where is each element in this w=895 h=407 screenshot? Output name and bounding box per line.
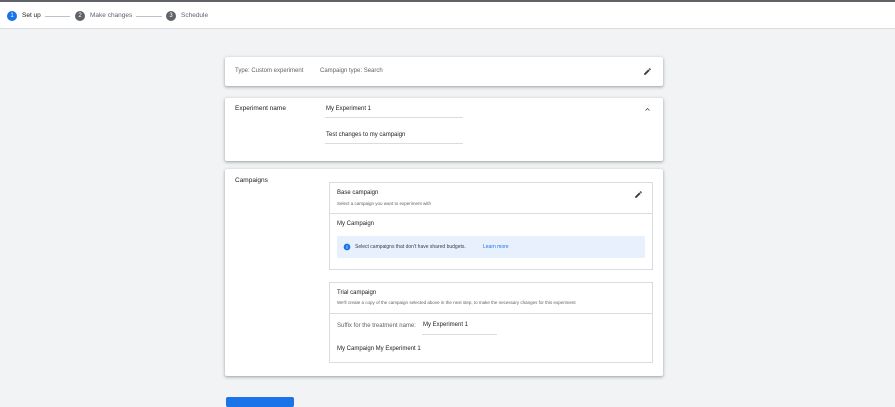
- base-campaign-box: Base campaign Select a campaign you want…: [329, 182, 653, 270]
- info-icon: [343, 243, 351, 251]
- step-number-2: 2: [75, 10, 85, 21]
- experiment-name-label: Experiment name: [235, 105, 286, 112]
- step-make-changes[interactable]: 2 Make changes: [75, 10, 132, 21]
- step-connector: [136, 16, 162, 17]
- experiment-name-card: Experiment name My Experiment 1 Test cha…: [225, 98, 663, 161]
- stepper-bar: 1 Set up 2 Make changes 3 Schedule: [0, 2, 895, 29]
- step-number-3: 3: [166, 10, 176, 21]
- suffix-label: Suffix for the treatment name:: [337, 323, 416, 329]
- campaigns-label: Campaigns: [235, 177, 268, 184]
- step-number-1: 1: [7, 10, 17, 21]
- trial-campaign-box: Trial campaign We'll create a copy of th…: [329, 282, 653, 363]
- trial-campaign-result-name: My Campaign My Experiment 1: [337, 346, 421, 352]
- step-label-make-changes: Make changes: [90, 12, 133, 19]
- experiment-description-input[interactable]: Test changes to my campaign: [325, 132, 463, 144]
- trial-campaign-title: Trial campaign: [337, 290, 377, 296]
- trial-campaign-subtitle: We'll create a copy of the campaign sele…: [337, 300, 576, 305]
- suffix-input[interactable]: My Experiment 1: [422, 322, 497, 335]
- base-campaign-selected: My Campaign: [337, 221, 375, 227]
- type-card: Type: Custom experiment Campaign type: S…: [225, 57, 663, 86]
- pencil-icon[interactable]: [643, 67, 652, 76]
- base-campaign-title: Base campaign: [337, 190, 379, 196]
- info-text: Select campaigns that don't have shared …: [355, 244, 466, 250]
- divider: [330, 313, 652, 314]
- campaigns-card: Campaigns Base campaign Select a campaig…: [225, 169, 663, 376]
- step-connector: [45, 16, 70, 17]
- step-label-schedule: Schedule: [181, 12, 209, 19]
- learn-more-link[interactable]: Learn more: [483, 244, 509, 250]
- shared-budget-info-banner: Select campaigns that don't have shared …: [337, 236, 645, 258]
- step-label-setup: Set up: [22, 12, 41, 19]
- campaign-type-text: Campaign type: Search: [320, 68, 383, 74]
- continue-button[interactable]: [226, 397, 294, 407]
- base-campaign-subtitle: Select a campaign you want to experiment…: [337, 201, 432, 206]
- experiment-name-input[interactable]: My Experiment 1: [325, 106, 463, 118]
- experiment-type-text: Type: Custom experiment: [235, 68, 304, 74]
- pencil-icon[interactable]: [634, 190, 643, 199]
- step-schedule[interactable]: 3 Schedule: [166, 10, 208, 21]
- divider: [330, 213, 652, 214]
- step-setup[interactable]: 1 Set up: [7, 10, 41, 21]
- chevron-up-icon[interactable]: [643, 105, 652, 114]
